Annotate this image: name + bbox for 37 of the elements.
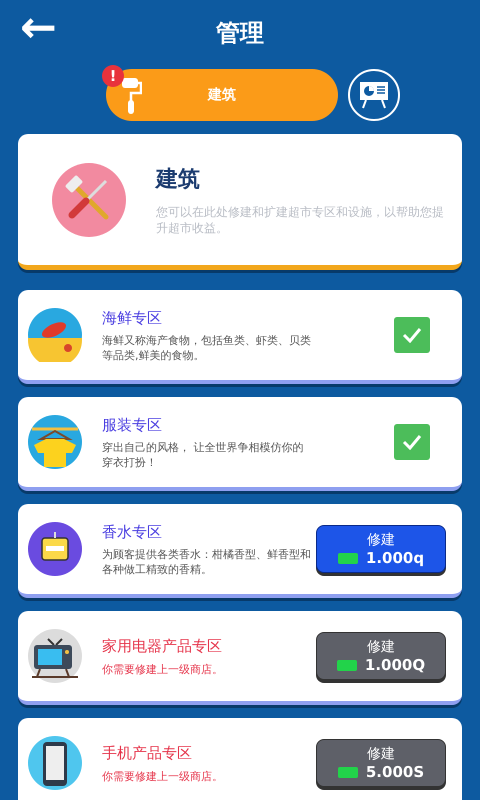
button-label: 修建 — [367, 638, 395, 656]
zone-name: 香水专区 — [102, 522, 163, 543]
price: 1.000q — [366, 549, 424, 567]
info-description: 您可以在此处修建和扩建超市专区和设施，以帮助您提升超市收益。 — [156, 204, 445, 236]
cash-icon — [338, 552, 358, 564]
checkmark-icon — [402, 327, 422, 343]
button-label: 修建 — [367, 531, 395, 549]
build-button[interactable]: 修建 1.000q — [316, 525, 446, 573]
build-button[interactable]: 修建 1.000Q — [316, 632, 446, 680]
zone-name: 服装专区 — [102, 414, 163, 436]
hammer-screwdriver-icon — [52, 162, 126, 236]
button-label: 修建 — [367, 745, 395, 763]
shirt-on-hanger-icon — [28, 415, 82, 469]
presentation-board-icon — [358, 80, 390, 110]
info-title: 建筑 — [156, 166, 201, 194]
perfume-sign-icon — [28, 522, 82, 576]
paint-roller-icon — [120, 75, 142, 115]
alert-badge: ! — [102, 65, 124, 87]
zone-description: 海鲜又称海产食物，包括鱼类、虾类、贝类等品类,鲜美的食物。 — [102, 333, 312, 364]
zone-name: 海鲜专区 — [102, 308, 163, 329]
page-title: 管理 — [216, 18, 264, 49]
price: 5.000S — [366, 763, 424, 781]
zone-name: 手机产品专区 — [102, 743, 193, 764]
zone-description: 为顾客提供各类香水：柑橘香型、鲜香型和各种做工精致的香精。 — [102, 547, 312, 578]
zone-name: 家用电器产品专区 — [102, 636, 223, 658]
smartphone-icon — [28, 736, 82, 790]
zone-description: 穿出自己的风格， 让全世界争相模仿你的穿衣打扮！ — [102, 440, 304, 470]
checkmark-icon — [402, 434, 422, 450]
cash-icon — [338, 766, 358, 778]
tab[interactable] — [348, 69, 400, 121]
back-button[interactable]: ← — [20, 6, 57, 50]
cash-icon — [336, 660, 357, 670]
zone-description: 你需要修建上一级商店。 — [102, 662, 224, 677]
price: 1.000Q — [364, 656, 426, 674]
zone-description: 你需要修建上一级商店。 — [102, 768, 224, 784]
build-button[interactable]: 修建 5.000S — [316, 739, 446, 787]
television-icon — [28, 629, 82, 683]
